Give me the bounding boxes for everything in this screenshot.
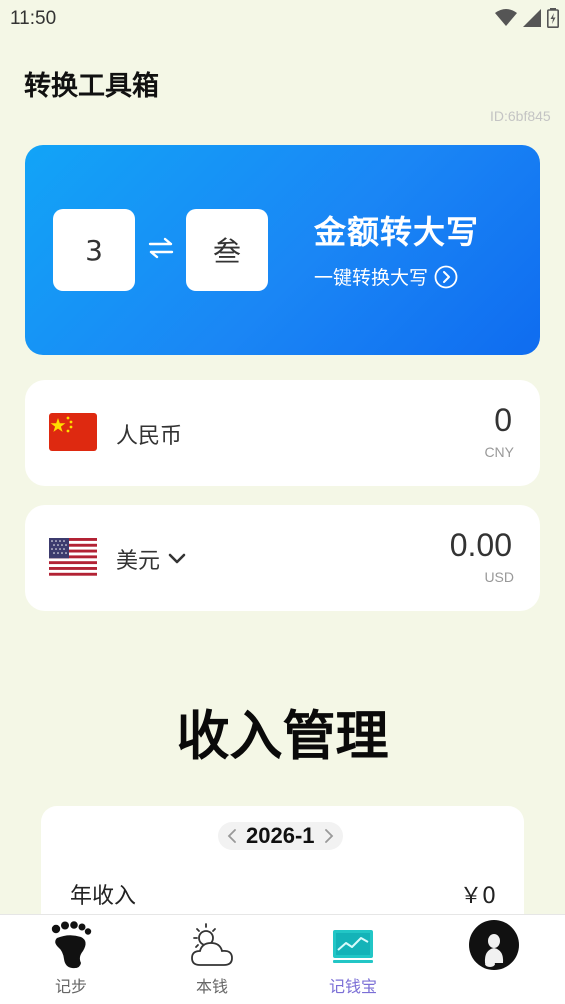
battery-charging-icon bbox=[547, 8, 559, 28]
china-flag-icon bbox=[49, 413, 97, 451]
digit-output-box: 叁 bbox=[186, 209, 268, 291]
banner-subtitle: 一键转换大写 bbox=[314, 267, 429, 289]
currency-value-input[interactable]: 0 bbox=[494, 402, 512, 439]
digit-input-box: 3 bbox=[53, 209, 135, 291]
period-selector: 2026-1 bbox=[218, 822, 343, 850]
period-text: 2026-1 bbox=[246, 823, 315, 848]
avatar-icon bbox=[469, 920, 519, 970]
wifi-icon bbox=[495, 9, 517, 26]
chart-monitor-icon bbox=[333, 930, 373, 963]
amount-to-uppercase-banner[interactable]: 3 叁 金额转大写 一键转换大写 bbox=[25, 145, 540, 355]
banner-title: 金额转大写 bbox=[314, 213, 480, 251]
nav-item-steps[interactable]: 记步 bbox=[21, 915, 121, 1004]
previous-period-button[interactable] bbox=[224, 828, 240, 844]
section-title: 收入管理 bbox=[176, 706, 389, 767]
chevron-right-circle-icon bbox=[434, 265, 458, 288]
status-icons bbox=[495, 8, 559, 28]
currency-selector[interactable]: 美元 bbox=[116, 543, 186, 575]
chevron-right-icon bbox=[324, 829, 333, 843]
currency-code: USD bbox=[484, 569, 514, 585]
swap-arrows-icon bbox=[148, 237, 174, 259]
chevron-down-icon bbox=[168, 553, 186, 564]
banner-subtitle-link[interactable]: 一键转换大写 bbox=[314, 263, 458, 290]
usa-flag-icon bbox=[49, 538, 97, 576]
currency-code: CNY bbox=[484, 444, 514, 460]
currency-card-usd[interactable]: 美元 0.00 USD bbox=[25, 505, 540, 611]
id-tag: ID:6bf845 bbox=[490, 108, 551, 124]
next-period-button[interactable] bbox=[321, 828, 337, 844]
status-bar: 11:50 bbox=[0, 0, 565, 40]
weather-cloud-icon bbox=[191, 923, 233, 966]
currency-value-input[interactable]: 0.00 bbox=[450, 527, 512, 564]
nav-label: 本钱 bbox=[195, 977, 228, 996]
currency-name: 人民币 bbox=[116, 424, 183, 449]
nav-item-profile[interactable] bbox=[444, 915, 544, 1004]
income-value: ￥0 bbox=[460, 884, 496, 909]
currency-card-cny[interactable]: 人民币 0 CNY bbox=[25, 380, 540, 486]
nav-item-money-bao[interactable]: 记钱宝 bbox=[303, 915, 403, 1004]
chevron-left-icon bbox=[227, 829, 236, 843]
income-label: 年收入 bbox=[70, 884, 137, 909]
nav-label: 记钱宝 bbox=[328, 977, 377, 996]
nav-label: 记步 bbox=[54, 977, 87, 996]
footprint-icon bbox=[51, 921, 92, 969]
bottom-nav: 记步 本钱 记钱宝 bbox=[0, 914, 565, 1004]
signal-icon bbox=[523, 9, 541, 27]
status-time: 11:50 bbox=[10, 8, 57, 29]
currency-name: 美元 bbox=[116, 549, 161, 574]
page-title: 转换工具箱 bbox=[24, 71, 159, 102]
nav-item-capital[interactable]: 本钱 bbox=[162, 915, 262, 1004]
